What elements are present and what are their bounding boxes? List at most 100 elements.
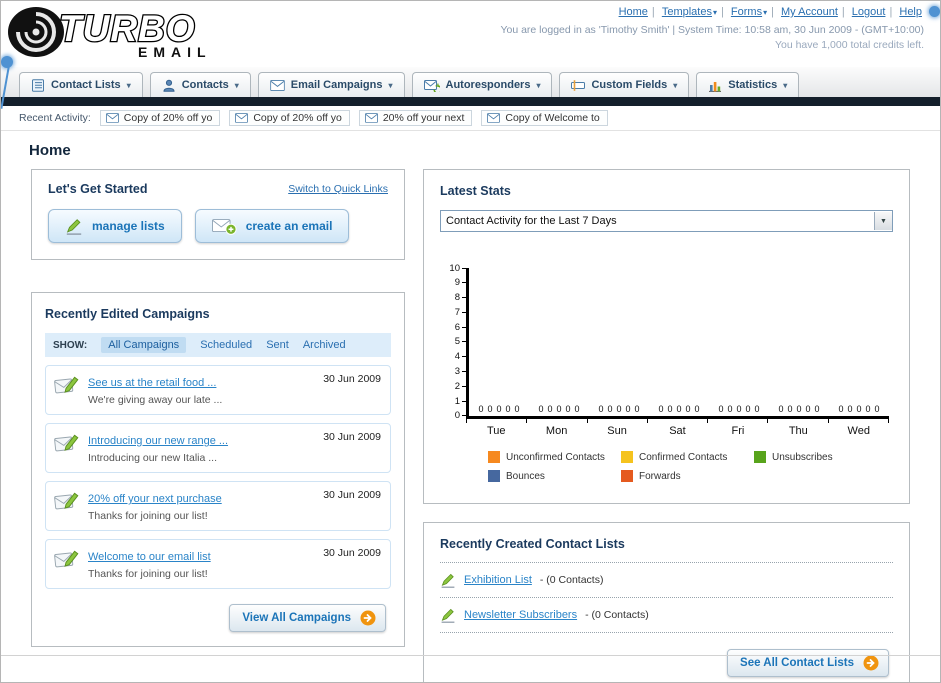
- nav-separator: |: [720, 6, 724, 18]
- pencil-icon: [440, 572, 456, 588]
- contact-list-item: Exhibition List - (0 Contacts): [440, 563, 893, 588]
- bar-value-label: 0: [556, 404, 562, 414]
- bar-value-label: 0: [565, 404, 571, 414]
- custom-fields-icon: [571, 79, 585, 92]
- create-email-button[interactable]: create an email: [194, 209, 350, 243]
- bar-value-label: 0: [616, 404, 622, 414]
- contact-list-link[interactable]: Exhibition List: [464, 574, 532, 586]
- top-nav-templates[interactable]: Templates▾: [662, 6, 717, 18]
- contact-list-count: - (0 Contacts): [539, 574, 604, 586]
- stats-activity-dropdown[interactable]: Contact Activity for the Last 7 Days ▼: [440, 210, 893, 232]
- bar-value-label: 0: [634, 404, 640, 414]
- campaign-link[interactable]: Welcome to our email list: [88, 551, 211, 563]
- recent-activity-item[interactable]: Copy of Welcome to: [481, 110, 608, 126]
- filter-sent[interactable]: Sent: [266, 339, 289, 351]
- tab-autoresponders[interactable]: Autoresponders ▾: [411, 72, 553, 97]
- legend-label: Forwards: [639, 470, 681, 482]
- bar-value-label: 0: [478, 404, 484, 414]
- contact-list-link[interactable]: Newsletter Subscribers: [464, 609, 577, 621]
- legend-swatch: [488, 451, 500, 463]
- recent-activity-item[interactable]: Copy of 20% off yo: [229, 110, 350, 126]
- dropdown-selected-value: Contact Activity for the Last 7 Days: [446, 215, 617, 227]
- x-axis-label: Thu: [788, 425, 808, 437]
- dotted-divider: [440, 632, 893, 633]
- bar-value-label: 0: [838, 404, 844, 414]
- campaign-date: 30 Jun 2009: [323, 489, 381, 501]
- recent-activity-item[interactable]: Copy of 20% off yo: [99, 110, 221, 126]
- main-nav: Contact Lists ▾ Contacts ▾ Email Campaig…: [1, 67, 940, 97]
- filter-archived[interactable]: Archived: [303, 339, 346, 351]
- tab-custom-fields[interactable]: Custom Fields ▾: [559, 72, 690, 97]
- logo-text-primary: TURBO: [59, 8, 196, 49]
- bar-value-label: 0: [505, 404, 511, 414]
- chevron-down-icon: ▾: [388, 80, 393, 90]
- bar-value-label: 0: [514, 404, 520, 414]
- top-nav-my-account[interactable]: My Account: [781, 6, 838, 18]
- tab-contact-lists[interactable]: Contact Lists ▾: [19, 72, 143, 97]
- y-axis-tick: 2: [444, 381, 466, 392]
- bar-value-label: 0: [865, 404, 871, 414]
- campaign-link[interactable]: Introducing our new range ...: [88, 435, 228, 447]
- bar-value-label: 0: [874, 404, 880, 414]
- email-campaigns-icon: [270, 80, 285, 91]
- contact-lists-panel-title: Recently Created Contact Lists: [440, 537, 625, 551]
- chevron-down-icon: ▾: [673, 80, 678, 90]
- campaign-link[interactable]: See us at the retail food ...: [88, 377, 216, 389]
- manage-lists-button[interactable]: manage lists: [48, 209, 182, 243]
- chevron-down-icon: ▾: [783, 80, 788, 90]
- filter-all-campaigns[interactable]: All Campaigns: [101, 337, 187, 353]
- chart-bar-group: 00000: [529, 404, 589, 416]
- contact-activity-chart: 10 9 8 7 6 5 4 3 2 1 0 000000000000000000000000000…: [440, 263, 893, 421]
- dropdown-arrow-icon: ▼: [874, 212, 892, 230]
- top-nav-home[interactable]: Home: [619, 6, 648, 18]
- chart-bar-group: 00000: [649, 404, 709, 416]
- top-nav-help[interactable]: Help: [899, 6, 922, 18]
- campaign-date: 30 Jun 2009: [323, 547, 381, 559]
- tab-email-campaigns[interactable]: Email Campaigns ▾: [257, 72, 405, 97]
- tab-statistics[interactable]: Statistics ▾: [696, 72, 800, 97]
- stats-panel-title: Latest Stats: [440, 184, 511, 198]
- bar-value-label: 0: [745, 404, 751, 414]
- x-axis-tick: [768, 419, 829, 423]
- bar-value-label: 0: [547, 404, 553, 414]
- recent-activity-item[interactable]: 20% off your next: [358, 110, 473, 126]
- x-axis-tick: [466, 419, 528, 423]
- contact-list-item: Newsletter Subscribers - (0 Contacts): [440, 598, 893, 623]
- page-root: TURBO EMAIL Home | Templates▾ | Forms▾ | My…: [0, 0, 941, 683]
- recent-activity-text: 20% off your next: [382, 112, 465, 124]
- envelope-icon: [235, 113, 248, 123]
- campaign-link[interactable]: 20% off your next purchase: [88, 493, 222, 505]
- latest-stats-panel: Latest Stats Contact Activity for the La…: [423, 169, 910, 504]
- see-all-contact-lists-button[interactable]: See All Contact Lists: [727, 649, 889, 677]
- switch-quick-links-link[interactable]: Switch to Quick Links: [288, 183, 388, 195]
- tab-label: Email Campaigns: [290, 79, 383, 91]
- chevron-down-icon: ▾: [536, 80, 541, 90]
- x-axis-tick: [708, 419, 769, 423]
- recent-activity-text: Copy of Welcome to: [505, 112, 600, 124]
- bar-value-label: 0: [538, 404, 544, 414]
- recent-activity-text: Copy of 20% off yo: [123, 112, 213, 124]
- x-axis-label: Sat: [669, 425, 686, 437]
- filter-scheduled[interactable]: Scheduled: [200, 339, 252, 351]
- bar-value-label: 0: [658, 404, 664, 414]
- top-nav-forms[interactable]: Forms▾: [731, 6, 767, 18]
- header: TURBO EMAIL Home | Templates▾ | Forms▾ | My…: [1, 1, 940, 67]
- app-logo: TURBO EMAIL: [7, 4, 247, 65]
- campaign-subtitle: Introducing our new Italia ...: [88, 452, 217, 464]
- campaign-subtitle: We're giving away our late ...: [88, 394, 223, 406]
- bar-value-label: 0: [796, 404, 802, 414]
- bar-value-label: 0: [607, 404, 613, 414]
- y-axis-tick: 7: [444, 307, 466, 318]
- top-nav-logout[interactable]: Logout: [852, 6, 886, 18]
- campaign-date: 30 Jun 2009: [323, 431, 381, 443]
- tab-contacts[interactable]: Contacts ▾: [149, 72, 251, 97]
- bar-value-label: 0: [778, 404, 784, 414]
- x-axis-label: Sun: [607, 425, 627, 437]
- legend-label: Bounces: [506, 470, 545, 482]
- view-all-campaigns-button[interactable]: View All Campaigns: [229, 604, 386, 632]
- bar-value-label: 0: [718, 404, 724, 414]
- arrow-circle-icon: [360, 610, 376, 626]
- tab-label: Contacts: [181, 79, 229, 91]
- get-started-panel: Let's Get Started Switch to Quick Links …: [31, 169, 405, 260]
- tab-label: Contact Lists: [51, 79, 121, 91]
